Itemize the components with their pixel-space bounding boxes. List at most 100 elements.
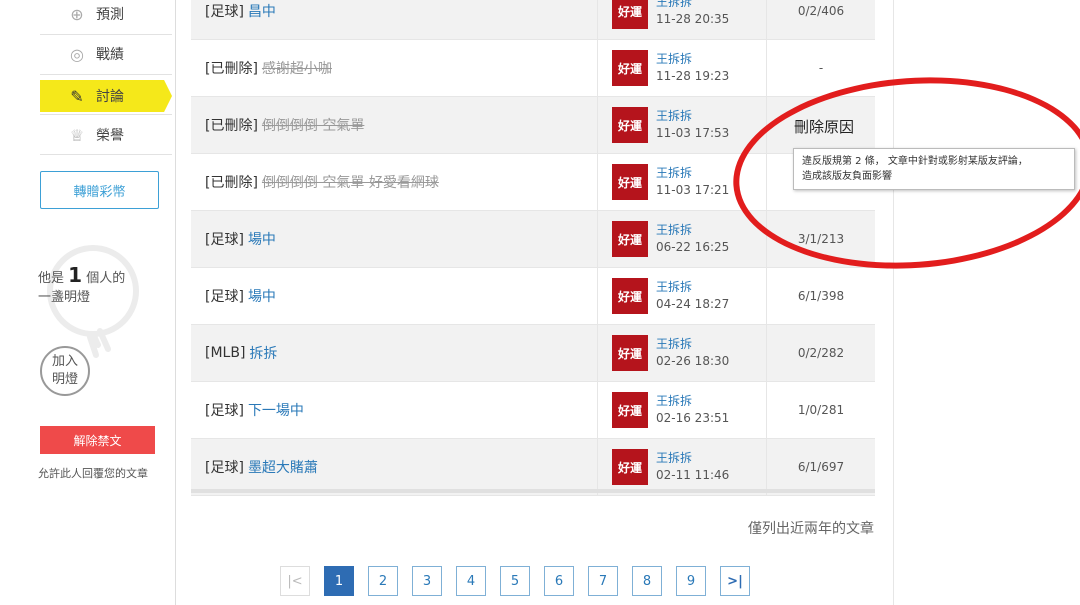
post-time: 06-22 16:25: [656, 240, 730, 254]
author-name[interactable]: 王拆拆: [656, 450, 729, 467]
table-row: [已刪除] 感謝超小咖 好運 王拆拆 11-28 19:23-: [191, 40, 875, 97]
join-light-label: 加入明燈: [51, 354, 78, 387]
gift-coins-button[interactable]: 轉贈彩幣: [40, 171, 159, 209]
post-time: 04-24 18:27: [656, 297, 730, 311]
post-time: 11-03 17:53: [656, 126, 730, 140]
avatar[interactable]: 好運: [612, 278, 648, 314]
page-button-5[interactable]: 5: [500, 566, 530, 596]
table-row: [足球] 墨超大賭蕭 好運 王拆拆 02-11 11:46 6/1/697: [191, 439, 875, 496]
avatar[interactable]: 好運: [612, 50, 648, 86]
author-name[interactable]: 王拆拆: [656, 336, 729, 353]
post-category: [已刪除]: [205, 175, 258, 191]
posts-table: [足球] 昌中 好運 王拆拆 11-28 20:35 0/2/406 [已刪除] 感謝超小咖好…: [191, 0, 875, 496]
light-line2: 一盞明燈: [38, 290, 91, 305]
two-year-note: 僅列出近兩年的文章: [748, 521, 874, 537]
avatar[interactable]: 好運: [612, 449, 648, 485]
post-title-link: 感謝超小咖: [261, 61, 332, 77]
table-row: [已刪除] 倒倒倒倒 空氣單 好運 王拆拆 11-03 17:53: [191, 97, 875, 154]
post-title-link[interactable]: 拆拆: [249, 343, 277, 363]
page-button-8[interactable]: 8: [632, 566, 662, 596]
post-author-cell: 好運 王拆拆 02-26 18:30: [597, 325, 767, 381]
avatar[interactable]: 好運: [612, 107, 648, 143]
post-author-cell: 好運 王拆拆 11-03 17:21: [597, 154, 767, 210]
first-page-button[interactable]: |<: [280, 566, 310, 596]
unban-note: 允許此人回覆您的文章: [38, 467, 148, 480]
sidebar-item-discuss[interactable]: ✎ 討論: [40, 80, 172, 112]
unban-button[interactable]: 解除禁文: [40, 426, 155, 454]
table-row: [已刪除] 倒倒倒倒 空氣單 好愛看網球 好運 王拆拆 11-03 17:21: [191, 154, 875, 211]
page-button-1[interactable]: 1: [324, 566, 354, 596]
post-category: [已刪除]: [205, 118, 258, 134]
post-title-cell: [MLB] 拆拆: [191, 325, 597, 381]
sidebar-item-predict[interactable]: ⊕ 預測: [40, 0, 172, 34]
page-button-2[interactable]: 2: [368, 566, 398, 596]
post-title-link[interactable]: 昌中: [248, 1, 276, 21]
divider: [893, 0, 894, 605]
post-title-link[interactable]: 下一場中: [248, 400, 304, 420]
delete-reason-title[interactable]: 刪除原因: [794, 116, 854, 137]
avatar[interactable]: 好運: [612, 335, 648, 371]
page-button-6[interactable]: 6: [544, 566, 574, 596]
post-title-cell: [足球] 墨超大賭蕭: [191, 439, 597, 495]
author-name[interactable]: 王拆拆: [656, 279, 729, 296]
table-row: [足球] 場中 好運 王拆拆 04-24 18:27 6/1/398: [191, 268, 875, 325]
page-button-3[interactable]: 3: [412, 566, 442, 596]
sidebar-item-label: 討論: [96, 89, 124, 105]
post-title-link: 倒倒倒倒 空氣單: [261, 118, 365, 134]
author-name[interactable]: 王拆拆: [656, 165, 729, 182]
post-title-cell: [足球] 場中: [191, 268, 597, 324]
sidebar: ⊕ 預測 ◎ 戰績 ✎ 討論 ♕ 榮譽 轉贈彩幣 他是 1 個人的 一盞明燈 加…: [0, 0, 176, 605]
table-row: [足球] 場中 好運 王拆拆 06-22 16:25 3/1/213: [191, 211, 875, 268]
pencil-icon: ✎: [70, 86, 84, 106]
page-button-7[interactable]: 7: [588, 566, 618, 596]
post-stats: 6/1/697: [797, 460, 845, 474]
post-stats: 3/1/213: [797, 232, 845, 246]
page-button-9[interactable]: 9: [676, 566, 706, 596]
avatar[interactable]: 好運: [612, 164, 648, 200]
author-name[interactable]: 王拆拆: [656, 222, 729, 239]
light-suffix: 個人的: [86, 271, 126, 286]
post-title-cell: [已刪除] 倒倒倒倒 空氣單: [191, 97, 597, 153]
author-name[interactable]: 王拆拆: [656, 0, 729, 11]
sidebar-item-label: 預測: [96, 7, 124, 23]
avatar[interactable]: 好運: [612, 221, 648, 257]
avatar[interactable]: 好運: [612, 0, 648, 29]
post-title-cell: [足球] 場中: [191, 211, 597, 267]
post-stats: -: [818, 61, 824, 75]
post-category: [足球]: [205, 460, 244, 476]
light-prefix: 他是: [38, 271, 65, 286]
post-stats: 6/1/398: [797, 289, 845, 303]
sidebar-item-honor[interactable]: ♕ 榮譽: [40, 115, 172, 155]
post-title-link: 倒倒倒倒 空氣單 好愛看網球: [261, 175, 439, 191]
post-title-link[interactable]: 場中: [248, 229, 276, 249]
author-name[interactable]: 王拆拆: [656, 393, 729, 410]
author-name[interactable]: 王拆拆: [656, 108, 729, 125]
author-name[interactable]: 王拆拆: [656, 51, 729, 68]
post-title-cell: [已刪除] 倒倒倒倒 空氣單 好愛看網球: [191, 154, 597, 210]
post-stats: 0/2/406: [797, 4, 845, 18]
post-time: 02-11 11:46: [656, 468, 730, 482]
join-light-button[interactable]: 加入明燈: [40, 346, 90, 396]
divider: [40, 74, 172, 75]
last-page-button[interactable]: >|: [720, 566, 750, 596]
post-category: [足球]: [205, 403, 244, 419]
light-count: 1: [68, 263, 83, 287]
post-category: [MLB]: [205, 345, 246, 361]
post-category: [已刪除]: [205, 61, 258, 77]
sidebar-item-label: 戰績: [96, 47, 124, 63]
avatar[interactable]: 好運: [612, 392, 648, 428]
post-author-cell: 好運 王拆拆 02-11 11:46: [597, 439, 767, 495]
page-button-4[interactable]: 4: [456, 566, 486, 596]
post-author-cell: 好運 王拆拆 04-24 18:27: [597, 268, 767, 324]
medal-icon: ♕: [69, 125, 85, 145]
sidebar-item-record[interactable]: ◎ 戰績: [40, 34, 172, 74]
post-stats: 0/2/282: [797, 346, 845, 360]
post-title-link[interactable]: 墨超大賭蕭: [248, 457, 318, 477]
delete-reason-line1: 違反版規第 2 條， 文章中針對或影射某版友評論，: [802, 156, 1028, 167]
post-time: 02-16 23:51: [656, 411, 730, 425]
light-text: 他是 1 個人的 一盞明燈: [38, 263, 126, 307]
post-author-cell: 好運 王拆拆 11-03 17:53: [597, 97, 767, 153]
speech-icon: ◎: [70, 44, 84, 64]
sidebar-item-label: 榮譽: [96, 128, 124, 144]
post-title-link[interactable]: 場中: [248, 286, 276, 306]
